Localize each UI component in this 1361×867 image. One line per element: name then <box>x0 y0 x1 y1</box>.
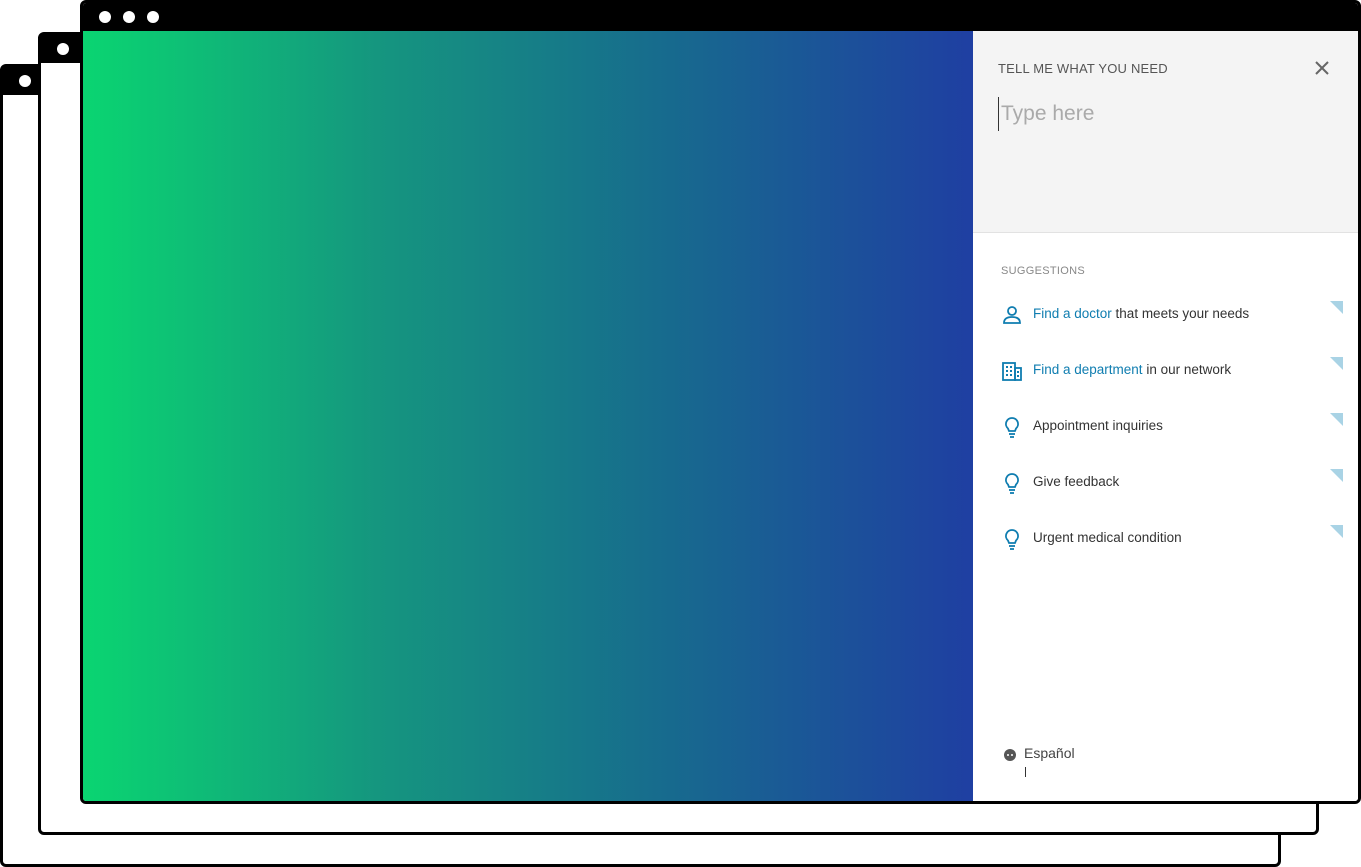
window-control-dot <box>19 75 31 87</box>
corner-marker <box>1330 525 1343 538</box>
corner-marker <box>1330 469 1343 482</box>
person-icon <box>1003 306 1021 324</box>
browser-window: TELL ME WHAT YOU NEED SUGGESTIONS Find a… <box>80 0 1361 804</box>
window-control-dot[interactable] <box>147 11 159 23</box>
corner-marker <box>1330 357 1343 370</box>
speech-bubble-icon <box>1004 749 1016 761</box>
suggestion-label: Appointment inquiries <box>1033 418 1163 433</box>
suggestion-find-department[interactable]: Find a department in our network <box>1001 357 1343 387</box>
suggestion-label: Find a doctor that meets your needs <box>1033 306 1249 321</box>
search-input[interactable] <box>998 97 1331 131</box>
suggestion-text: Give feedback <box>1033 474 1120 489</box>
search-header: TELL ME WHAT YOU NEED <box>973 31 1358 233</box>
language-label: Español <box>1024 745 1075 761</box>
suggestion-text: Appointment inquiries <box>1033 418 1163 433</box>
text-cursor <box>1025 767 1026 777</box>
suggestion-label: Find a department in our network <box>1033 362 1231 377</box>
suggestion-text: Urgent medical condition <box>1033 530 1182 545</box>
lightbulb-icon <box>1005 473 1019 494</box>
gradient-background <box>83 31 973 801</box>
suggestion-text: that meets your needs <box>1111 306 1250 321</box>
suggestion-link[interactable]: Find a department <box>1033 362 1143 377</box>
suggestion-urgent-medical-condition[interactable]: Urgent medical condition <box>1001 525 1343 555</box>
building-icon <box>1002 362 1022 381</box>
suggestion-text: in our network <box>1142 362 1232 377</box>
suggestion-find-doctor[interactable]: Find a doctor that meets your needs <box>1001 301 1343 331</box>
suggestion-appointment-inquiries[interactable]: Appointment inquiries <box>1001 413 1343 443</box>
window-control-dot <box>57 43 69 55</box>
suggestion-label: Give feedback <box>1033 474 1119 489</box>
corner-marker <box>1330 301 1343 314</box>
lightbulb-icon <box>1005 529 1019 550</box>
stage: TELL ME WHAT YOU NEED SUGGESTIONS Find a… <box>0 0 1361 867</box>
suggestions-title: SUGGESTIONS <box>1001 265 1085 277</box>
suggestion-label: Urgent medical condition <box>1033 530 1182 545</box>
window-control-dot[interactable] <box>123 11 135 23</box>
suggestion-link[interactable]: Find a doctor <box>1033 306 1112 321</box>
window-titlebar <box>83 3 1358 31</box>
corner-marker <box>1330 413 1343 426</box>
search-panel: TELL ME WHAT YOU NEED SUGGESTIONS Find a… <box>973 31 1358 801</box>
close-icon[interactable] <box>1313 59 1331 77</box>
panel-title: TELL ME WHAT YOU NEED <box>998 61 1168 76</box>
lightbulb-icon <box>1005 417 1019 438</box>
window-control-dot[interactable] <box>99 11 111 23</box>
suggestion-give-feedback[interactable]: Give feedback <box>1001 469 1343 499</box>
